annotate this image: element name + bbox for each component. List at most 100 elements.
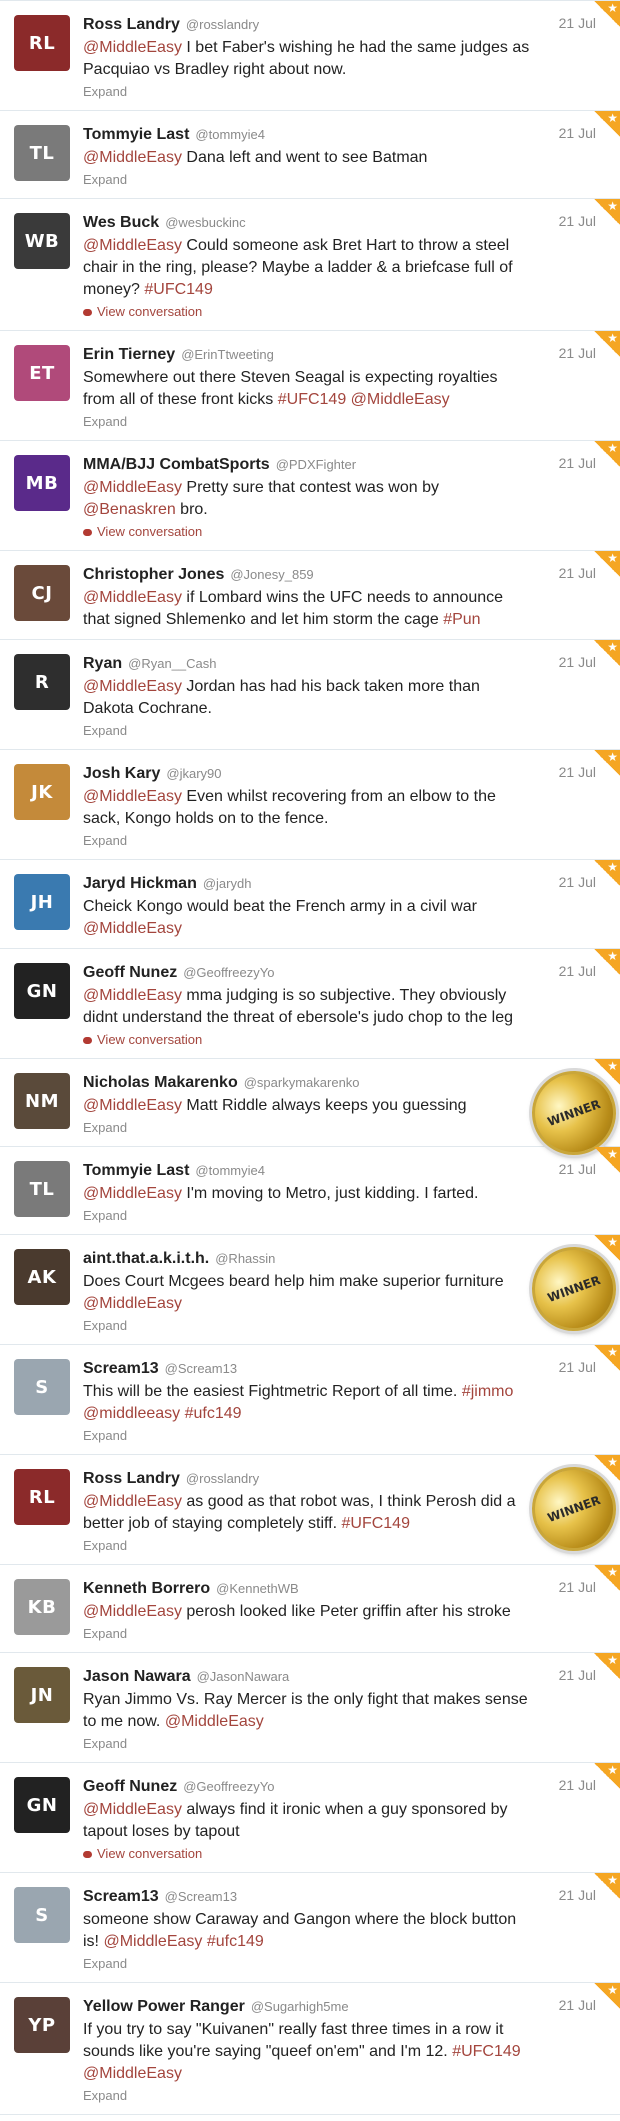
hashtag-link[interactable]: #UFC149: [342, 1515, 410, 1532]
tweet-author-handle[interactable]: @tommyie4: [195, 1163, 265, 1178]
tweet-author-handle[interactable]: @jkary90: [166, 766, 221, 781]
avatar[interactable]: KB: [14, 1579, 70, 1635]
favorite-corner-icon[interactable]: ★: [594, 1653, 620, 1679]
expand-link[interactable]: Expand: [83, 831, 530, 851]
avatar[interactable]: JN: [14, 1667, 70, 1723]
mention-link[interactable]: @Benaskren: [83, 501, 176, 518]
tweet-item[interactable]: GN Geoff Nunez @GeoffreezyYo 21 Jul ★ @Middle…: [0, 949, 620, 1059]
tweet-timestamp[interactable]: 21 Jul: [559, 15, 596, 31]
expand-link[interactable]: Expand: [83, 1118, 530, 1138]
favorite-corner-icon[interactable]: ★: [594, 111, 620, 137]
tweet-timestamp[interactable]: 21 Jul: [559, 764, 596, 780]
mention-link[interactable]: @MiddleEasy: [165, 1713, 264, 1730]
favorite-corner-icon[interactable]: ★: [594, 1147, 620, 1173]
mention-link[interactable]: @MiddleEasy: [83, 920, 182, 937]
tweet-author-handle[interactable]: @Jonesy_859: [230, 567, 313, 582]
tweet-author-name[interactable]: Christopher Jones: [83, 566, 224, 583]
tweet-author-name[interactable]: Ross Landry: [83, 1470, 180, 1487]
tweet-item[interactable]: GN Geoff Nunez @GeoffreezyYo 21 Jul ★ @Middle…: [0, 1763, 620, 1873]
mention-link[interactable]: @MiddleEasy: [83, 1185, 182, 1202]
avatar[interactable]: MB: [14, 455, 70, 511]
tweet-author-name[interactable]: Josh Kary: [83, 765, 160, 782]
mention-link[interactable]: @MiddleEasy: [83, 39, 182, 56]
tweet-author-handle[interactable]: @KennethWB: [216, 1581, 299, 1596]
tweet-item[interactable]: S Scream13 @Scream13 21 Jul ★ This will be th…: [0, 1345, 620, 1455]
view-conversation-link[interactable]: View conversation: [83, 522, 530, 542]
tweet-author-handle[interactable]: @Rhassin: [215, 1251, 275, 1266]
view-conversation-link[interactable]: View conversation: [83, 1030, 530, 1050]
tweet-item[interactable]: NMNicholas Makarenko@sparkymakarenko21 J…: [0, 1059, 620, 1167]
avatar[interactable]: WB: [14, 213, 70, 269]
tweet-timestamp[interactable]: 21 Jul: [559, 1777, 596, 1793]
mention-link[interactable]: @MiddleEasy: [103, 1933, 202, 1950]
mention-link[interactable]: @MiddleEasy: [83, 237, 182, 254]
mention-link[interactable]: @MiddleEasy: [83, 589, 182, 606]
favorite-corner-icon[interactable]: ★: [594, 949, 620, 975]
tweet-author-handle[interactable]: @rosslandry: [186, 17, 259, 32]
tweet-timestamp[interactable]: 21 Jul: [559, 963, 596, 979]
favorite-corner-icon[interactable]: ★: [594, 1873, 620, 1899]
expand-link[interactable]: Expand: [83, 1206, 530, 1226]
expand-link[interactable]: Expand: [83, 1536, 530, 1556]
avatar[interactable]: RL: [14, 1469, 70, 1525]
hashtag-link[interactable]: #UFC149: [144, 281, 212, 298]
tweet-item[interactable]: YP Yellow Power Ranger @Sugarhigh5me 21 Jul…: [0, 1983, 620, 2115]
expand-link[interactable]: Expand: [83, 1954, 530, 1974]
mention-link[interactable]: @MiddleEasy: [83, 1603, 182, 1620]
hashtag-link[interactable]: #Pun: [443, 611, 480, 628]
favorite-corner-icon[interactable]: ★: [594, 1565, 620, 1591]
favorite-corner-icon[interactable]: ★: [594, 640, 620, 666]
mention-link[interactable]: @MiddleEasy: [83, 788, 182, 805]
tweet-item[interactable]: TL Tommyie Last @tommyie4 21 Jul ★ @MiddleEas…: [0, 1147, 620, 1235]
tweet-author-handle[interactable]: @sparkymakarenko: [244, 1075, 360, 1090]
tweet-item[interactable]: WB Wes Buck @wesbuckinc 21 Jul ★ @MiddleEasy …: [0, 199, 620, 331]
tweet-author-name[interactable]: Geoff Nunez: [83, 964, 177, 981]
tweet-author-handle[interactable]: @Scream13: [165, 1361, 237, 1376]
tweet-timestamp[interactable]: 21 Jul: [559, 1359, 596, 1375]
expand-link[interactable]: Expand: [83, 1316, 530, 1336]
tweet-author-name[interactable]: Ross Landry: [83, 16, 180, 33]
mention-link[interactable]: @MiddleEasy: [83, 1493, 182, 1510]
tweet-author-name[interactable]: Scream13: [83, 1888, 159, 1905]
tweet-item[interactable]: RLRoss Landry@rosslandry21 Jul★@MiddleEa…: [0, 0, 620, 111]
tweet-timestamp[interactable]: 21 Jul: [559, 565, 596, 581]
tweet-timestamp[interactable]: 21 Jul: [559, 1161, 596, 1177]
tweet-item[interactable]: MB MMA/BJJ CombatSports @PDXFighter 21 Jul ★…: [0, 441, 620, 551]
favorite-corner-icon[interactable]: ★: [594, 1, 620, 27]
avatar[interactable]: S: [14, 1887, 70, 1943]
tweet-timestamp[interactable]: 21 Jul: [559, 1887, 596, 1903]
mention-link[interactable]: @MiddleEasy: [83, 678, 182, 695]
mention-link[interactable]: @middleeasy: [83, 1405, 180, 1422]
tweet-item[interactable]: R Ryan @Ryan__Cash 21 Jul ★ @MiddleEasy Jorda…: [0, 640, 620, 750]
tweet-timestamp[interactable]: 21 Jul: [559, 345, 596, 361]
tweet-author-name[interactable]: Kenneth Borrero: [83, 1580, 210, 1597]
favorite-corner-icon[interactable]: ★: [594, 1345, 620, 1371]
view-conversation-link[interactable]: View conversation: [83, 1844, 530, 1864]
avatar[interactable]: S: [14, 1359, 70, 1415]
tweet-author-name[interactable]: Yellow Power Ranger: [83, 1998, 245, 2015]
tweet-author-name[interactable]: aint.that.a.k.i.t.h.: [83, 1250, 209, 1267]
tweet-timestamp[interactable]: 21 Jul: [559, 455, 596, 471]
favorite-corner-icon[interactable]: ★: [594, 551, 620, 577]
hashtag-link[interactable]: #jimmo: [462, 1383, 514, 1400]
tweet-author-handle[interactable]: @Ryan__Cash: [128, 656, 216, 671]
tweet-author-handle[interactable]: @GeoffreezyYo: [183, 1779, 274, 1794]
mention-link[interactable]: @MiddleEasy: [83, 1295, 182, 1312]
tweet-author-name[interactable]: Wes Buck: [83, 214, 159, 231]
tweet-author-name[interactable]: Erin Tierney: [83, 346, 175, 363]
tweet-item[interactable]: TL Tommyie Last @tommyie4 21 Jul ★ @MiddleEas…: [0, 111, 620, 199]
tweet-author-handle[interactable]: @ErinTtweeting: [181, 347, 274, 362]
favorite-corner-icon[interactable]: ★: [594, 441, 620, 467]
tweet-author-name[interactable]: Geoff Nunez: [83, 1778, 177, 1795]
tweet-item[interactable]: S Scream13 @Scream13 21 Jul ★ someone show Ca…: [0, 1873, 620, 1983]
favorite-corner-icon[interactable]: ★: [594, 199, 620, 225]
tweet-item[interactable]: JK Josh Kary @jkary90 21 Jul ★ @MiddleEasy Ev…: [0, 750, 620, 860]
expand-link[interactable]: Expand: [83, 2086, 530, 2106]
tweet-timestamp[interactable]: 21 Jul: [559, 654, 596, 670]
avatar[interactable]: GN: [14, 963, 70, 1019]
tweet-item[interactable]: RLRoss Landry@rosslandry21 Jul★@MiddleEa…: [0, 1455, 620, 1565]
avatar[interactable]: AK: [14, 1249, 70, 1305]
expand-link[interactable]: Expand: [83, 1734, 530, 1754]
mention-link[interactable]: @MiddleEasy: [83, 987, 182, 1004]
tweet-author-handle[interactable]: @Scream13: [165, 1889, 237, 1904]
